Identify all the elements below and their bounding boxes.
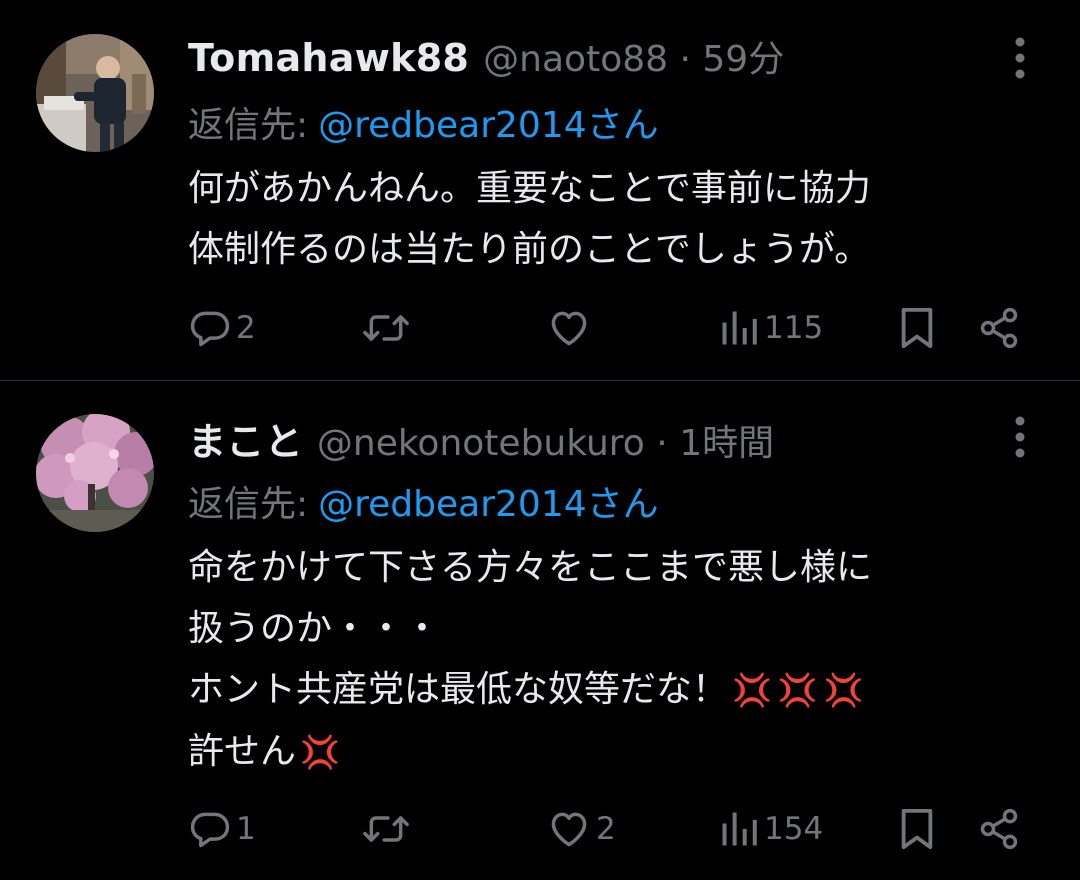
views-chart-icon xyxy=(722,812,757,846)
views-chart-icon xyxy=(722,311,757,345)
handle[interactable]: @naoto88 xyxy=(483,39,668,80)
anger-emoji-icon: 💢 xyxy=(300,733,346,771)
retweet-icon xyxy=(363,315,409,341)
reply-mention-link[interactable]: @redbear2014さん xyxy=(318,105,659,146)
reply-context: 返信先: @redbear2014さん xyxy=(188,96,659,148)
tweet-text-line: 命をかけて下さる方々をここまで悪し様に xyxy=(188,547,873,588)
tweet-text: 命をかけて下さる方々をここまで悪し様に 扱うのか・・・ ホント共産党は最低な奴等… xyxy=(188,537,1048,783)
reply-context: 返信先: @redbear2014さん xyxy=(188,475,659,527)
retweet-button[interactable] xyxy=(362,298,410,358)
reply-count: 1 xyxy=(236,811,256,847)
timestamp[interactable]: 59分 xyxy=(702,39,784,80)
action-bar: 1 2 154 xyxy=(0,799,1080,859)
reply-icon xyxy=(190,812,230,848)
bookmark-button[interactable] xyxy=(896,298,938,358)
avatar-photo xyxy=(36,34,154,152)
tweet[interactable]: まこと @nekonotebukuro · 1時間 返信先: @redbear20… xyxy=(0,381,1080,880)
tweet-text-line: 何があかんねん。重要なことで事前に協力 xyxy=(188,168,871,209)
retweet-icon xyxy=(363,816,409,842)
tweet-header: Tomahawk88 @naoto88 · 59分 xyxy=(188,30,784,80)
reply-count: 2 xyxy=(236,310,256,346)
heart-icon xyxy=(551,311,587,346)
views-count: 154 xyxy=(764,811,824,847)
tweet-meta: @nekonotebukuro · 1時間 xyxy=(317,414,774,466)
like-button[interactable]: 2 xyxy=(546,799,616,859)
tweet-text-line: 扱うのか・・・ xyxy=(188,608,441,649)
like-button[interactable] xyxy=(546,298,592,358)
avatar[interactable] xyxy=(36,414,154,532)
reply-mention-link[interactable]: @redbear2014さん xyxy=(318,484,659,525)
share-icon xyxy=(980,307,1018,349)
more-vertical-icon[interactable] xyxy=(1010,36,1030,80)
tweet-text-segment: ホント共産党は最低な奴等だな！ xyxy=(188,669,729,710)
more-vertical-icon[interactable] xyxy=(1010,415,1030,459)
retweet-button[interactable] xyxy=(362,799,410,859)
bookmark-icon xyxy=(901,307,933,349)
views-button[interactable]: 115 xyxy=(718,298,823,358)
meta-separator: · xyxy=(656,423,668,464)
bookmark-icon xyxy=(901,808,933,850)
avatar-photo xyxy=(36,414,154,532)
share-button[interactable] xyxy=(976,799,1022,859)
tweet-text-line: ホント共産党は最低な奴等だな！ 💢💢💢 xyxy=(188,659,1048,721)
share-button[interactable] xyxy=(976,298,1022,358)
bookmark-button[interactable] xyxy=(896,799,938,859)
display-name[interactable]: Tomahawk88 xyxy=(188,36,469,80)
meta-separator: · xyxy=(679,39,691,80)
tweet-text-line: 許せん 💢 xyxy=(188,721,1048,783)
heart-icon xyxy=(551,812,587,847)
like-count: 2 xyxy=(596,811,616,847)
tweet[interactable]: Tomahawk88 @naoto88 · 59分 返信先: @redbear20… xyxy=(0,0,1080,380)
action-bar: 2 115 xyxy=(0,298,1080,358)
reply-button[interactable]: 1 xyxy=(188,799,256,859)
share-icon xyxy=(980,808,1018,850)
reply-icon xyxy=(190,311,230,347)
anger-emoji-icon: 💢💢💢 xyxy=(732,671,870,709)
handle[interactable]: @nekonotebukuro xyxy=(317,423,645,464)
tweet-text: 何があかんねん。重要なことで事前に協力 体制作るのは当たり前のことでしょうが。 xyxy=(188,158,1048,280)
display-name[interactable]: まこと xyxy=(188,411,303,466)
views-count: 115 xyxy=(764,310,824,346)
reply-button[interactable]: 2 xyxy=(188,298,256,358)
reply-prefix: 返信先: xyxy=(188,484,309,525)
timestamp[interactable]: 1時間 xyxy=(679,423,774,464)
tweet-meta: @naoto88 · 59分 xyxy=(483,30,784,82)
tweet-header: まこと @nekonotebukuro · 1時間 xyxy=(188,411,774,464)
avatar[interactable] xyxy=(36,34,154,152)
tweet-text-segment: 許せん xyxy=(188,731,297,772)
tweet-text-line: 体制作るのは当たり前のことでしょうが。 xyxy=(188,229,871,270)
views-button[interactable]: 154 xyxy=(718,799,823,859)
reply-prefix: 返信先: xyxy=(188,105,309,146)
